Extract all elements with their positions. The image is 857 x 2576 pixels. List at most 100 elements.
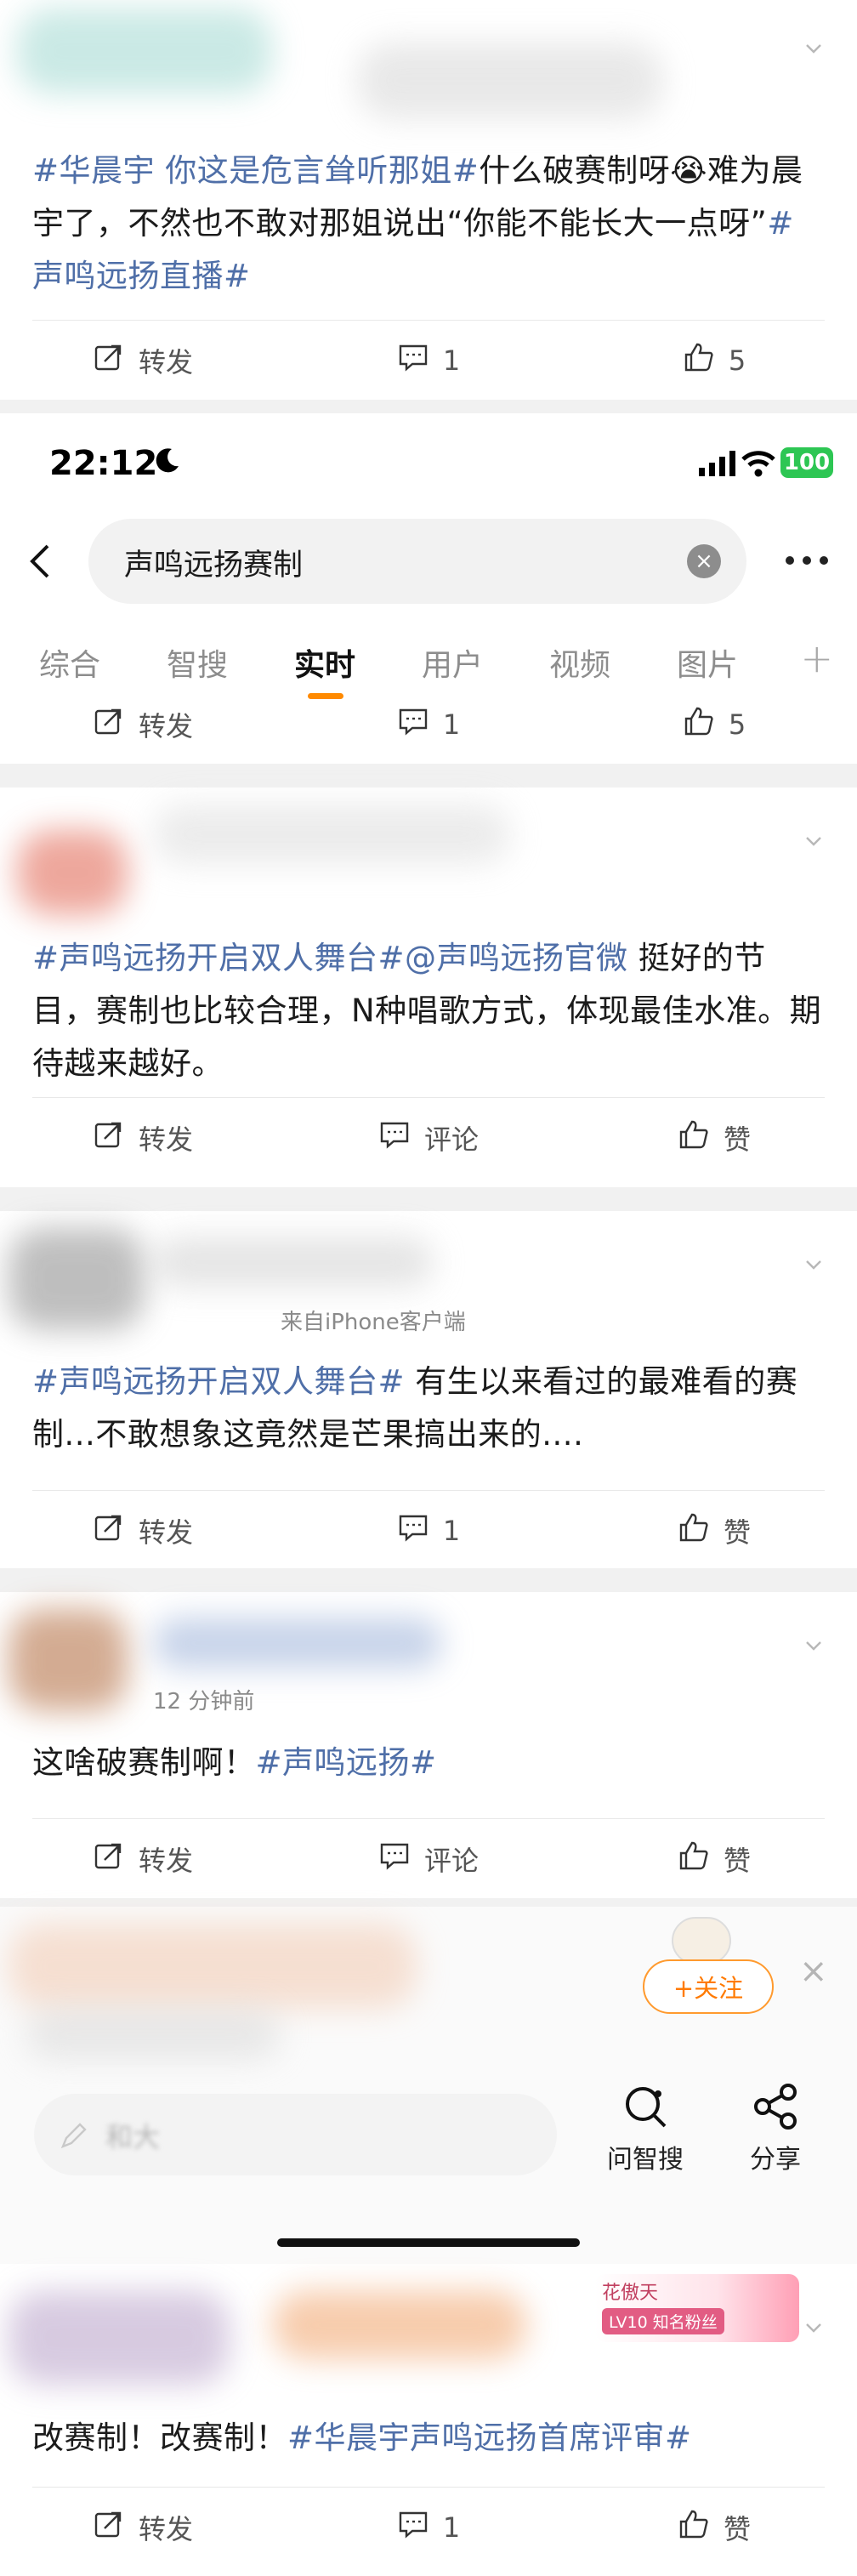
- repost-button[interactable]: 转发: [0, 327, 286, 395]
- like-label: 赞: [723, 1123, 751, 1156]
- comment-count: 1: [442, 708, 461, 741]
- comment-button[interactable]: 1: [286, 2494, 571, 2562]
- chevron-down-icon[interactable]: [804, 1255, 823, 1274]
- search-query: 声鸣远扬赛制: [124, 549, 304, 583]
- repost-icon: [93, 1118, 125, 1157]
- post-actions: 转发 评论 赞: [0, 1825, 857, 1893]
- chevron-down-icon[interactable]: [804, 2318, 823, 2337]
- chevron-down-icon[interactable]: [804, 39, 823, 58]
- post-card-5[interactable]: 花傲天 LV10 知名粉丝 改赛制！改赛制！#华晨宇声鸣远扬首席评审# 转发 1…: [0, 2266, 857, 2576]
- comment-button[interactable]: 1: [286, 1497, 571, 1565]
- post-text: #华晨宇 你这是危言耸听那姐#什么破赛制呀😭难为晨宇了，不然也不敢对那姐说出“你…: [32, 145, 823, 303]
- hashtag-link[interactable]: #华晨宇声鸣远扬首席评审#: [287, 2420, 692, 2456]
- fan-badge: 花傲天 LV10 知名粉丝: [595, 2274, 799, 2342]
- hashtag-link[interactable]: #声鸣远扬开启双人舞台#: [32, 940, 405, 976]
- search-header: 声鸣远扬赛制 ×: [0, 519, 857, 604]
- chevron-down-icon[interactable]: [804, 1636, 823, 1655]
- magnifier-icon: [607, 2082, 684, 2131]
- close-icon[interactable]: ×: [799, 1952, 828, 1991]
- more-options-icon[interactable]: [786, 556, 828, 565]
- tab-realtime[interactable]: 实时: [294, 640, 355, 685]
- follow-button[interactable]: +关注: [643, 1959, 774, 2014]
- post-card-4[interactable]: 12 分钟前 这啥破赛制啊！#声鸣远扬# 转发 评论 赞: [0, 1592, 857, 1898]
- repost-button[interactable]: 转发: [0, 1825, 286, 1893]
- tab-videos[interactable]: 视频: [549, 640, 610, 685]
- repost-icon: [93, 1511, 125, 1550]
- post-text-segment: 这啥破赛制啊！: [32, 1744, 256, 1781]
- comment-button[interactable]: 1: [286, 691, 571, 759]
- repost-button[interactable]: 转发: [0, 2494, 286, 2562]
- comment-icon: [378, 1118, 411, 1157]
- comment-button[interactable]: 评论: [286, 1825, 571, 1893]
- thumbs-up-icon: [678, 1118, 710, 1157]
- like-button[interactable]: 赞: [571, 2494, 857, 2562]
- separator: [0, 764, 857, 788]
- comment-icon: [397, 1511, 429, 1550]
- tab-smart-search[interactable]: 智搜: [167, 640, 228, 685]
- tab-users[interactable]: 用户: [422, 640, 483, 685]
- comment-button[interactable]: 评论: [286, 1104, 571, 1172]
- hashtag-link[interactable]: @声鸣远扬官微: [405, 940, 628, 976]
- author-blur: [153, 1618, 442, 1669]
- battery-indicator: 100: [780, 447, 833, 478]
- fan-badge-level: LV10 知名粉丝: [602, 2308, 724, 2334]
- repost-label: 转发: [138, 710, 193, 742]
- like-button[interactable]: 5: [571, 327, 857, 395]
- thumbs-up-icon: [678, 1511, 710, 1550]
- separator: [0, 400, 857, 413]
- post-text: 改赛制！改赛制！#华晨宇声鸣远扬首席评审#: [32, 2412, 823, 2465]
- hashtag-link[interactable]: #声鸣远扬开启双人舞台#: [32, 1363, 405, 1400]
- clock: 22:12: [49, 444, 158, 483]
- divider: [32, 320, 825, 321]
- like-label: 赞: [723, 1516, 751, 1549]
- hashtag-link[interactable]: #声鸣远扬#: [256, 1744, 437, 1781]
- clear-search-icon[interactable]: ×: [687, 544, 721, 578]
- post-text: #声鸣远扬开启双人舞台# 有生以来看过的最难看的赛制...不敢想象这竟然是芒果搞…: [32, 1356, 823, 1461]
- fan-badge-name: 花傲天: [602, 2283, 659, 2304]
- signal-icon: [699, 451, 738, 480]
- repost-button[interactable]: 转发: [0, 1104, 286, 1172]
- post-time: 12 分钟前: [153, 1689, 255, 1714]
- share-button[interactable]: 分享: [750, 2082, 801, 2175]
- post-text: #声鸣远扬开启双人舞台#@声鸣远扬官微 挺好的节目，赛制也比较合理，N种唱歌方式…: [32, 932, 823, 1090]
- add-tab-icon[interactable]: +: [800, 635, 833, 681]
- author-blur: [153, 1237, 434, 1288]
- back-arrow-icon[interactable]: [24, 541, 58, 585]
- like-button[interactable]: 赞: [571, 1497, 857, 1565]
- like-label: 赞: [723, 2513, 751, 2545]
- post-actions: 转发 1 5: [0, 327, 857, 395]
- comment-button[interactable]: 1: [286, 327, 571, 395]
- separator: [0, 1568, 857, 1592]
- repost-button[interactable]: 转发: [0, 691, 286, 759]
- comment-icon: [397, 705, 429, 744]
- pencil-icon: [58, 2119, 90, 2155]
- post-card-1[interactable]: #华晨宇 你这是危言耸听那姐#什么破赛制呀😭难为晨宇了，不然也不敢对那姐说出“你…: [0, 0, 857, 400]
- thumbs-up-icon: [683, 705, 715, 744]
- post-card-2[interactable]: #声鸣远扬开启双人舞台#@声鸣远扬官微 挺好的节目，赛制也比较合理，N种唱歌方式…: [0, 788, 857, 1187]
- tab-all[interactable]: 综合: [39, 640, 100, 685]
- ask-smart-search-button[interactable]: 问智搜: [607, 2082, 684, 2175]
- repost-button[interactable]: 转发: [0, 1497, 286, 1565]
- comment-icon: [397, 2508, 429, 2547]
- comment-count: 1: [442, 1515, 461, 1547]
- repost-icon: [93, 2508, 125, 2547]
- home-indicator: [277, 2238, 580, 2247]
- like-button[interactable]: 5: [571, 691, 857, 759]
- wifi-icon: [741, 449, 775, 481]
- chevron-down-icon[interactable]: [804, 832, 823, 850]
- search-input[interactable]: 声鸣远扬赛制 ×: [88, 519, 746, 604]
- comment-icon: [378, 1840, 411, 1879]
- separator: [0, 1898, 857, 1907]
- comment-input[interactable]: 和大: [34, 2094, 557, 2175]
- post-text-segment: 改赛制！改赛制！: [32, 2420, 287, 2456]
- like-button[interactable]: 赞: [571, 1104, 857, 1172]
- like-count: 5: [728, 344, 746, 377]
- like-button[interactable]: 赞: [571, 1825, 857, 1893]
- divider: [32, 1490, 825, 1491]
- hashtag-link[interactable]: #华晨宇 你这是危言耸听那姐#: [32, 152, 479, 189]
- post-card-3[interactable]: 来自iPhone客户端 #声鸣远扬开启双人舞台# 有生以来看过的最难看的赛制..…: [0, 1211, 857, 1568]
- comment-count: 1: [442, 2511, 461, 2544]
- post-text: 这啥破赛制啊！#声鸣远扬#: [32, 1737, 823, 1789]
- tab-images[interactable]: 图片: [677, 640, 738, 685]
- author-blur: [9, 1924, 417, 2009]
